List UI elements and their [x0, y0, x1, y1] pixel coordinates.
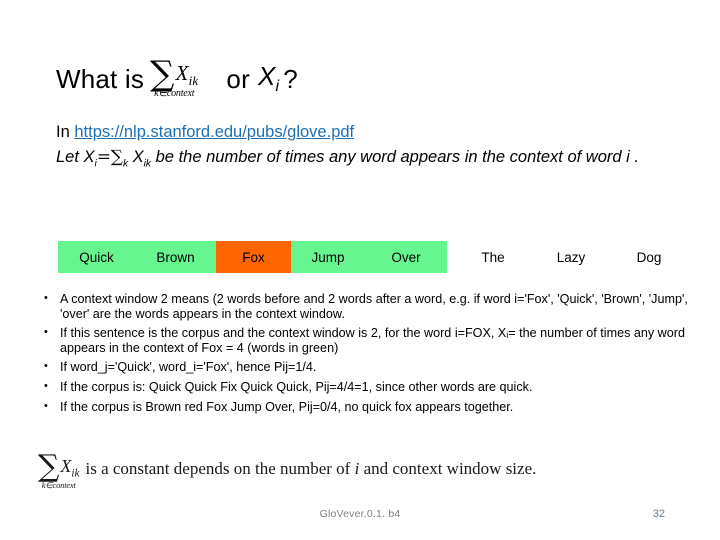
summation-argument: X [60, 456, 72, 476]
word-cell-dog[interactable]: Dog [614, 241, 684, 273]
bullet-item: If word_j='Quick', word_i='Fox', hence P… [34, 359, 694, 375]
definition-line: Let Xi=∑k Xik be the number of times any… [56, 145, 666, 175]
word-label: Brown [156, 249, 195, 265]
bottom-eq-text-after: and context window size. [359, 459, 537, 478]
word-cell-quick[interactable]: Quick [58, 241, 135, 273]
definition-rest: be the number of times any word appears … [151, 148, 639, 166]
summation-index-label: k∈context [41, 479, 76, 490]
sigma-icon: ∑ [38, 449, 60, 484]
bottom-equation: ∑ Xik k∈context is a constant depends on… [34, 452, 674, 500]
footer-deck-label: GloVever.0.1. b4 [319, 508, 401, 520]
bottom-eq-text-before: is a constant depends on the number of [85, 459, 355, 478]
title-question-mark: ? [283, 63, 298, 94]
definition-sub-k: k [122, 158, 129, 170]
word-label: Dog [636, 249, 662, 265]
title-variable-subscript: i [275, 77, 280, 96]
title-variable: Xi [258, 61, 279, 96]
word-label: The [481, 249, 505, 265]
word-label: Lazy [556, 249, 586, 265]
title-variable-letter: X [257, 61, 276, 92]
slide-canvas: What is ∑ Xik k∈context or Xi ? In https… [0, 0, 720, 540]
sigma-icon: ∑ [150, 53, 175, 94]
bottom-summation-formula: ∑ Xik k∈context [38, 449, 80, 490]
bottom-equation-text: is a constant depends on the number of i… [85, 459, 536, 479]
word-cell-the[interactable]: The [458, 241, 528, 273]
bullet-item: A context window 2 means (2 words before… [34, 291, 694, 321]
word-sequence-table: Quick Brown Fox Jump Over The Lazy Dog [58, 241, 670, 273]
word-cell-lazy[interactable]: Lazy [536, 241, 606, 273]
word-cell-brown[interactable]: Brown [135, 241, 216, 273]
definition-part1: Let X [56, 148, 95, 166]
word-label: Jump [311, 249, 345, 265]
word-cell-fox[interactable]: Fox [216, 241, 291, 273]
definition-equals-sigma: =∑ [96, 146, 123, 166]
title-lead-text: What is [56, 63, 145, 94]
slide-number: 32 [652, 508, 665, 520]
bullet-item: If the corpus is: Quick Quick Fix Quick … [34, 379, 694, 395]
summation-argument: X [175, 60, 189, 85]
title-or-label: or [226, 63, 250, 94]
intro-text-block: In https://nlp.stanford.edu/pubs/glove.p… [56, 121, 666, 175]
title-summation-formula: ∑ Xik k∈context [150, 53, 199, 100]
source-prefix: In [56, 123, 70, 141]
slide-footer: GloVever.0.1. b4 32 [0, 508, 720, 528]
word-label: Quick [79, 249, 114, 265]
word-label: Fox [242, 249, 265, 265]
summation-index-label: k∈context [154, 88, 195, 100]
bullet-list: A context window 2 means (2 words before… [34, 291, 694, 419]
word-cell-jump[interactable]: Jump [291, 241, 365, 273]
summation-argument-subscript: ik [188, 72, 199, 88]
summation-argument-subscript: ik [71, 467, 80, 480]
definition-sub-ik: ik [143, 158, 152, 170]
bullet-item: If this sentence is the corpus and the c… [34, 325, 694, 355]
word-cell-over[interactable]: Over [365, 241, 447, 273]
definition-part2: X [132, 148, 144, 166]
page-title: What is ∑ Xik k∈context or Xi ? [56, 50, 676, 108]
word-label: Over [391, 249, 421, 265]
source-line: In https://nlp.stanford.edu/pubs/glove.p… [56, 121, 666, 144]
glove-paper-link[interactable]: https://nlp.stanford.edu/pubs/glove.pdf [74, 123, 354, 141]
bullet-item: If the corpus is Brown red Fox Jump Over… [34, 399, 694, 415]
